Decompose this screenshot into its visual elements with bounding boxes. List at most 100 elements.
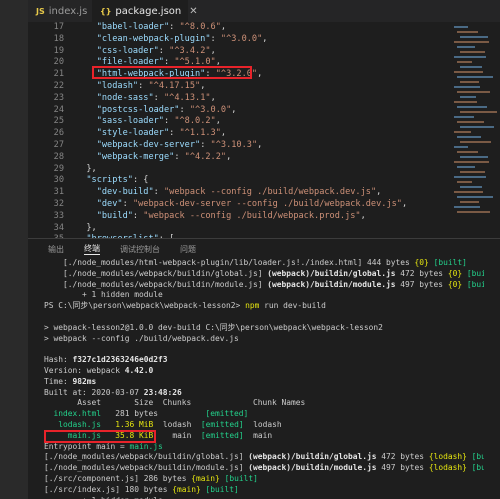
json-value: "^8.0.2" (174, 116, 216, 127)
terminal-line: PS C:\同步\person\webpack\webpack-lesson2>… (44, 301, 326, 311)
minimap-line (457, 76, 493, 78)
comma: , (210, 45, 216, 56)
comma: , (257, 139, 263, 150)
json-value: "^4.2.2" (184, 151, 227, 162)
colon: : (169, 22, 180, 32)
close-icon[interactable]: ✕ (189, 6, 197, 17)
line-number: 25 (53, 116, 64, 127)
tab-label: index.js (48, 5, 88, 17)
terminal-line: Entrypoint main = main.js (44, 441, 163, 451)
minimap-line (460, 201, 479, 203)
panel-tab[interactable]: 终端 (84, 243, 100, 255)
terminal-line: [./node_modules/html-webpack-plugin/lib/… (44, 258, 467, 267)
colon: : (210, 33, 221, 44)
terminal-line: Time: 982ms (44, 376, 97, 386)
line-number: 33 (53, 210, 64, 221)
activity-bar (0, 0, 28, 499)
colon: : (122, 198, 133, 209)
terminal-line: + 1 hidden module (44, 290, 163, 300)
json-value: "^3.10.3" (210, 139, 258, 150)
json-value: "^4.17.15" (148, 80, 201, 91)
terminal-line: Asset Size Chunks Chunk Names (44, 398, 306, 408)
line-number: 27 (53, 139, 64, 150)
minimap-line (457, 91, 490, 93)
terminal-output[interactable]: [./node_modules/html-webpack-plugin/lib/… (44, 258, 484, 499)
terminal-line: > webpack --config ./build/webpack.dev.j… (44, 333, 239, 343)
minimap-line (457, 166, 475, 168)
colon: : (153, 187, 164, 198)
comma: , (401, 198, 408, 209)
minimap-line (460, 186, 482, 188)
json-key: "lodash" (96, 80, 139, 91)
terminal-line: [./src/component.js] 286 bytes {main} [b… (44, 473, 258, 483)
minimap-line (457, 136, 481, 138)
code-line: 26 "style-loader": "^1.1.3", (28, 128, 448, 140)
minimap[interactable] (448, 22, 500, 238)
json-key: "dev-build" (96, 187, 154, 198)
colon: : (200, 139, 211, 150)
minimap-line (457, 151, 478, 153)
panel-tab[interactable]: 调试控制台 (120, 244, 160, 255)
colon: : (153, 92, 164, 103)
terminal-line: Built at: 2020-03-07 23:48:26 (44, 387, 182, 397)
code-line: 22 "lodash": "^4.17.15", (28, 81, 448, 93)
json-key: "node-sass" (96, 92, 154, 103)
json-value: "^3.0.0" (189, 104, 232, 115)
code-line: 17 "babel-loader": "^8.0.6", (28, 22, 448, 34)
json-value: "^4.13.1" (163, 92, 211, 103)
comma: , (220, 128, 227, 139)
panel-tab[interactable]: 问题 (180, 244, 196, 255)
json-value: "webpack --config ./build/webpack.prod.j… (143, 210, 361, 221)
highlight-box-html-webpack-plugin (92, 66, 252, 79)
tab-package-json[interactable]: {} package.json ✕ (92, 0, 198, 22)
panel-tab[interactable]: 输出 (48, 244, 64, 255)
colon: : (138, 80, 149, 91)
colon: : (132, 210, 144, 221)
minimap-line (454, 131, 471, 133)
minimap-line (460, 36, 488, 38)
minimap-line (454, 206, 480, 208)
minimap-line (457, 46, 475, 48)
colon: : (169, 128, 180, 139)
code-line: 27 "webpack-dev-server": "^3.10.3", (28, 140, 448, 152)
minimap-line (457, 196, 493, 198)
json-value: "webpack --config ./build/webpack.dev.js… (163, 187, 377, 198)
json-key: "dev" (96, 198, 123, 209)
terminal-line: index.html 281 bytes [emitted] (53, 409, 249, 419)
minimap-line (457, 106, 487, 108)
minimap-line (460, 66, 482, 68)
json-key: "clean-webpack-plugin" (96, 33, 211, 44)
minimap-line (460, 81, 479, 83)
minimap-line (454, 56, 486, 58)
json-value: "^3.4.2" (169, 45, 211, 56)
line-number: 23 (53, 92, 64, 103)
code-line: 24 "postcss-loader": "^3.0.0", (28, 105, 448, 117)
json-value: }, (86, 222, 97, 233)
comma: , (220, 22, 227, 32)
terminal-line: [./src/index.js] 180 bytes {main} [built… (44, 484, 239, 494)
json-value: }, (86, 163, 97, 174)
json-value: "^8.0.6" (179, 22, 221, 32)
comma: , (215, 116, 221, 127)
minimap-line (454, 41, 489, 43)
minimap-line (457, 121, 484, 123)
json-value: "^1.1.3" (179, 128, 221, 139)
comma: , (200, 80, 206, 91)
minimap-line (460, 141, 491, 143)
json-value: "^3.0.0" (220, 33, 263, 44)
colon: : (174, 151, 185, 162)
line-number: 29 (53, 163, 64, 174)
code-editor[interactable]: 17 "babel-loader": "^8.0.6", 18 "clean-we… (28, 22, 448, 238)
terminal-line: Hash: f327c1d2363246e0d2f3 (44, 355, 168, 365)
minimap-line (454, 116, 474, 118)
colon: : (132, 175, 144, 186)
minimap-line (454, 86, 480, 88)
minimap-line (454, 101, 477, 103)
minimap-line (457, 61, 472, 63)
tab-index-js[interactable]: JS index.js (28, 0, 92, 22)
minimap-line (460, 96, 476, 98)
minimap-line (454, 161, 489, 163)
js-file-icon: JS (36, 6, 45, 16)
terminal-line: > webpack-lesson2@1.0.0 dev-build C:\同步\… (44, 322, 383, 332)
